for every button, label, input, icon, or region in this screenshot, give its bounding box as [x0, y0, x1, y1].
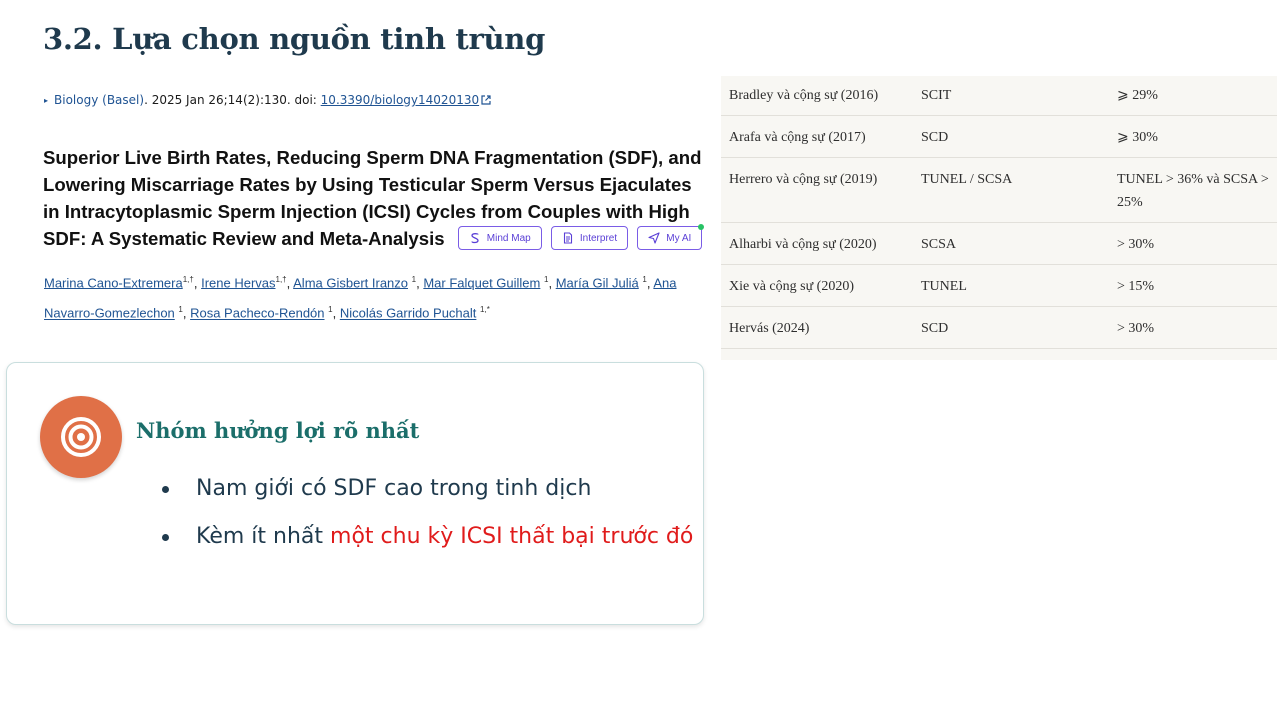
doi-link[interactable]: 10.3390/biology14020130: [321, 93, 479, 107]
mind-map-label: Mind Map: [486, 232, 531, 244]
my-ai-button[interactable]: My AI: [637, 224, 705, 250]
target-badge: [40, 396, 122, 478]
table-row: Herrero và cộng sự (2019) TUNEL / SCSA TUN…: [721, 157, 1277, 223]
table-row: Alharbi và cộng sự (2020) SCSA > 30%: [721, 222, 1277, 265]
article-title-line: SDF: A Systematic Review and Meta-Analys…: [43, 228, 445, 249]
threshold-cell: > 15%: [1109, 264, 1277, 307]
card-heading: Nhóm hưởng lợi rõ nhất: [136, 418, 420, 443]
author-affiliation: 1: [642, 275, 647, 284]
threshold-cell: TUNEL > 36% và SCSA > 25%: [1109, 157, 1277, 223]
benefit-group-card: Nhóm hưởng lợi rõ nhất Nam giới có SDF c…: [6, 362, 704, 625]
journal-link[interactable]: Biology (Basel): [54, 93, 144, 107]
author-affiliation: 1: [544, 275, 549, 284]
table-row: Hervás (2024) SCD > 30%: [721, 306, 1277, 349]
bullet-item: Kèm ít nhất một chu kỳ ICSI thất bại trư…: [160, 519, 693, 567]
author-link[interactable]: Irene Hervas: [201, 275, 275, 290]
author-affiliation: 1: [411, 275, 417, 284]
study-cell: Arafa và cộng sự (2017): [721, 115, 913, 158]
study-cell: Xie và cộng sự (2020): [721, 264, 913, 307]
article-title: Superior Live Birth Rates, Reducing Sper…: [43, 144, 713, 252]
author-link[interactable]: Rosa Pacheco-Rendón: [190, 306, 324, 321]
study-cell: Bradley và cộng sự (2016): [721, 76, 913, 116]
bullet-dot-icon: [162, 486, 169, 493]
author-link[interactable]: Alma Gisbert Iranzo: [293, 275, 408, 290]
external-link-icon[interactable]: [481, 95, 491, 105]
author-affiliation: 1: [328, 305, 333, 315]
slide-title: 3.2. Lựa chọn nguồn tinh trùng: [43, 22, 546, 56]
target-icon: [61, 417, 101, 457]
author-link[interactable]: Mar Falquet Guillem: [423, 275, 540, 290]
study-cell: Hervás (2024): [721, 306, 913, 349]
method-cell: SCD: [913, 115, 1109, 158]
expand-triangle-icon[interactable]: ▸: [44, 96, 48, 105]
mind-map-button[interactable]: Mind Map: [457, 226, 542, 250]
citation-line: ▸ Biology (Basel). 2025 Jan 26;14(2):130.…: [44, 93, 491, 107]
threshold-cell: ⩾ 29%: [1109, 76, 1277, 116]
table-row: Bradley và cộng sự (2016) SCIT ⩾ 29%: [721, 76, 1277, 116]
method-cell: SCD: [913, 348, 1109, 360]
article-title-line: Lowering Miscarriage Rates by Using Test…: [43, 174, 692, 195]
bullet-item: Nam giới có SDF cao trong tinh dịch: [160, 471, 693, 519]
threshold-cell: ⩾ 30%: [1109, 115, 1277, 158]
sdf-threshold-table-image: Bradley và cộng sự (2016) SCIT ⩾ 29% Arafa …: [721, 76, 1277, 360]
method-cell: TUNEL / SCSA: [913, 157, 1109, 223]
method-cell: SCD: [913, 306, 1109, 349]
author-affiliation: 1,†: [275, 275, 287, 284]
threshold-cell: > 25%: [1109, 348, 1277, 360]
benefit-bullet-list: Nam giới có SDF cao trong tinh dịch Kèm …: [160, 471, 693, 567]
bullet-text: Kèm ít nhất: [196, 524, 331, 549]
threshold-cell: > 30%: [1109, 306, 1277, 349]
send-icon: [648, 232, 660, 244]
bullet-text: Nam giới có SDF cao trong tinh dịch: [196, 476, 592, 501]
citation-text: . 2025 Jan 26;14(2):130. doi:: [144, 93, 321, 107]
online-dot-icon: [698, 224, 705, 230]
study-cell: Zhou và cộng sự (2023): [721, 348, 913, 360]
study-cell: Alharbi và cộng sự (2020): [721, 222, 913, 265]
interpret-button[interactable]: Interpret: [550, 226, 629, 250]
author-link[interactable]: Marina Cano-Extremera: [44, 275, 183, 290]
author-link[interactable]: María Gil Juliá: [556, 275, 639, 290]
author-affiliation: 1,*: [480, 305, 490, 315]
method-cell: SCSA: [913, 222, 1109, 265]
my-ai-label: My AI: [666, 232, 692, 244]
article-title-line: Superior Live Birth Rates, Reducing Sper…: [43, 147, 702, 168]
study-cell: Herrero và cộng sự (2019): [721, 157, 913, 223]
author-affiliation: 1: [178, 305, 183, 315]
method-cell: SCIT: [913, 76, 1109, 116]
article-title-line: in Intracytoplasmic Sperm Injection (ICS…: [43, 201, 690, 222]
article-title-last-line: SDF: A Systematic Review and Meta-Analys…: [43, 224, 713, 252]
sdf-threshold-table: Bradley và cộng sự (2016) SCIT ⩾ 29% Arafa …: [721, 76, 1277, 360]
method-cell: TUNEL: [913, 264, 1109, 307]
author-affiliation: 1,†: [182, 275, 194, 284]
bullet-dot-icon: [162, 534, 169, 541]
author-link[interactable]: Nicolás Garrido Puchalt: [340, 306, 477, 321]
mind-map-icon: [471, 233, 479, 244]
table-row: Arafa và cộng sự (2017) SCD ⩾ 30%: [721, 115, 1277, 158]
interpret-label: Interpret: [579, 232, 618, 244]
author-list: Marina Cano-Extremera1,†, Irene Hervas1,…: [44, 275, 677, 321]
table-row: Zhou và cộng sự (2023)SCD> 25%: [721, 348, 1277, 360]
document-icon: [563, 232, 572, 244]
table-row: Xie và cộng sự (2020) TUNEL > 15%: [721, 264, 1277, 307]
bullet-highlight-text: một chu kỳ ICSI thất bại trước đó: [330, 524, 694, 549]
threshold-cell: > 30%: [1109, 222, 1277, 265]
